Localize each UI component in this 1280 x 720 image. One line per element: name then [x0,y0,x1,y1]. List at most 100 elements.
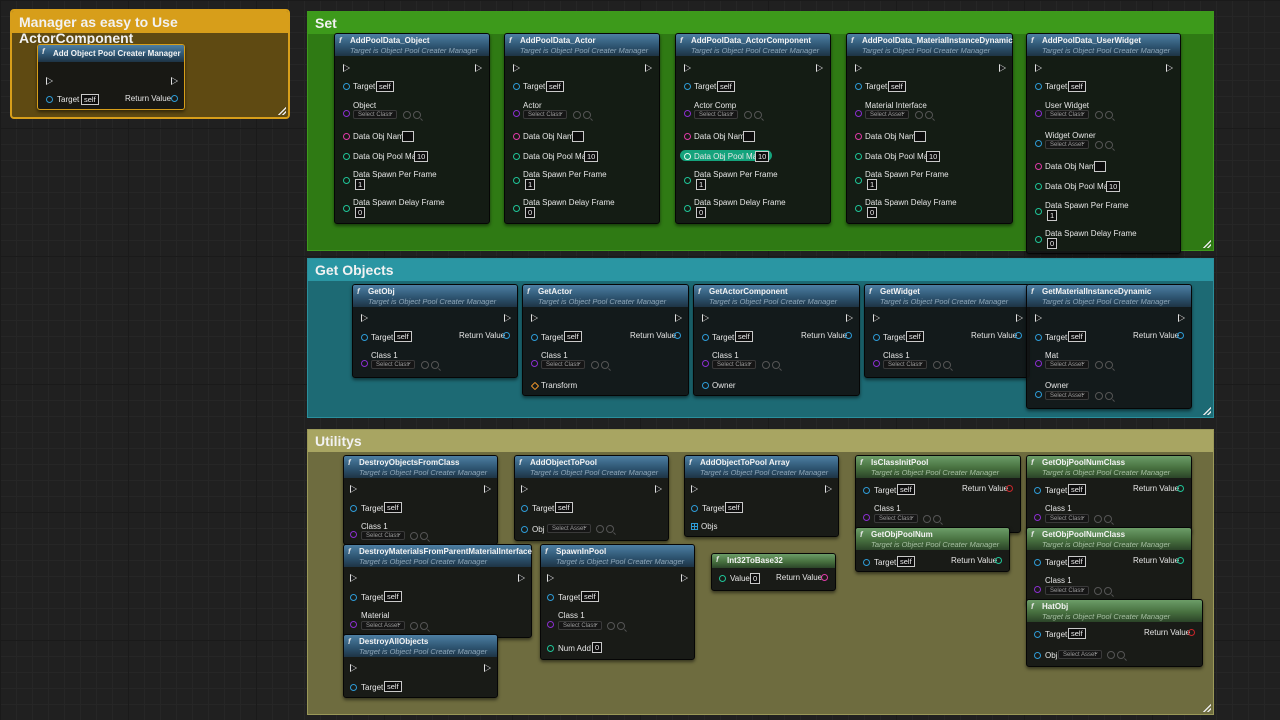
browse-icon[interactable] [1104,515,1112,523]
data-obj-pool-max-value[interactable]: 10 [584,151,599,162]
node-get-obj[interactable]: f GetObj Target is Object Pool Creater M… [352,284,518,378]
data-spawn-delay-frame-value[interactable]: 0 [525,207,536,218]
exec-out-pin[interactable] [825,485,832,493]
comment-resize-handle[interactable] [1203,407,1211,415]
return-value-pin[interactable] [171,95,178,102]
use-selected-icon[interactable] [573,111,581,119]
node-add-object-to-pool-array[interactable]: f AddObjectToPool Array Target is Object… [684,455,839,537]
use-selected-icon[interactable] [410,532,418,540]
node-get-actor-component[interactable]: f GetActorComponent Target is Object Poo… [693,284,860,396]
data-obj-pool-max-pin[interactable] [513,153,520,160]
exec-out-pin[interactable] [1166,64,1173,72]
actor-comp-select[interactable]: Select Class [694,108,738,119]
target-value[interactable]: self [555,502,573,513]
target-value[interactable]: self [897,484,915,495]
target-value[interactable]: self [384,681,402,692]
owner-select[interactable]: Select Asset [1045,389,1089,400]
exec-in-pin[interactable] [343,64,350,72]
material-select[interactable]: Select Asset [361,619,405,630]
use-selected-icon[interactable] [1094,587,1102,595]
exec-in-pin[interactable] [513,64,520,72]
target-value[interactable]: self [384,591,402,602]
exec-out-pin[interactable] [1178,314,1185,322]
class-1-select[interactable]: Select Class [541,358,585,369]
data-obj-name-pin[interactable] [684,133,691,140]
node-get-widget[interactable]: f GetWidget Target is Object Pool Create… [864,284,1030,378]
class-1-pin[interactable] [1034,586,1041,593]
transform-pin[interactable] [530,381,540,391]
data-obj-name-value[interactable] [743,131,755,142]
target-value[interactable]: self [376,81,394,92]
exec-out-pin[interactable] [504,314,511,322]
data-spawn-delay-frame-pin[interactable] [343,205,350,212]
owner-pin[interactable] [702,382,709,389]
use-selected-icon[interactable] [923,515,931,523]
use-selected-icon[interactable] [915,111,923,119]
target-pin[interactable] [361,334,368,341]
comment-resize-handle[interactable] [1203,704,1211,712]
use-selected-icon[interactable] [596,525,604,533]
data-obj-pool-max-value[interactable]: 10 [1106,181,1121,192]
exec-out-pin[interactable] [846,314,853,322]
data-obj-pool-max-value[interactable]: 10 [755,151,770,162]
data-spawn-delay-frame-pin[interactable] [684,205,691,212]
data-obj-name-pin[interactable] [513,133,520,140]
data-obj-name-pin[interactable] [855,133,862,140]
data-spawn-delay-frame-value[interactable]: 0 [355,207,366,218]
node-add-pool-data-user-widget[interactable]: f AddPoolData_UserWidget Target is Objec… [1026,33,1181,254]
exec-in-pin[interactable] [350,485,357,493]
node-add-pool-data-material-instance-dynamic[interactable]: f AddPoolData_MaterialInstanceDynamic Ta… [846,33,1013,224]
class-1-select[interactable]: Select Class [371,358,415,369]
browse-icon[interactable] [431,361,439,369]
object-select[interactable]: Select Class [353,108,397,119]
browse-icon[interactable] [601,361,609,369]
widget-owner-select[interactable]: Select Asset [1045,138,1089,149]
data-spawn-per-frame-value[interactable]: 1 [696,179,707,190]
target-pin[interactable] [684,83,691,90]
value-pin[interactable] [719,575,726,582]
class-1-select[interactable]: Select Class [883,358,927,369]
browse-icon[interactable] [754,111,762,119]
class-1-select[interactable]: Select Class [558,619,602,630]
use-selected-icon[interactable] [762,361,770,369]
data-obj-name-value[interactable] [1094,161,1106,172]
node-get-obj-pool-num-class[interactable]: f GetObjPoolNumClass Target is Object Po… [1026,527,1192,605]
obj-pin[interactable] [1034,652,1041,659]
target-value[interactable]: self [1068,331,1086,342]
class-1-select[interactable]: Select Class [1045,512,1089,523]
target-pin[interactable] [350,505,357,512]
target-pin[interactable] [513,83,520,90]
exec-out-pin[interactable] [484,485,491,493]
return-value-pin[interactable] [1177,557,1184,564]
browse-icon[interactable] [617,622,625,630]
data-obj-name-value[interactable] [572,131,584,142]
exec-out-pin[interactable] [475,64,482,72]
target-value[interactable]: self [546,81,564,92]
target-pin[interactable] [343,83,350,90]
return-value-pin[interactable] [1188,629,1195,636]
exec-in-pin[interactable] [1035,64,1042,72]
node-int32-to-base32[interactable]: f Int32ToBase32 Value 0 Return Value [711,553,836,591]
data-spawn-per-frame-value[interactable]: 1 [867,179,878,190]
target-value[interactable]: self [394,331,412,342]
target-pin[interactable] [873,334,880,341]
exec-out-pin[interactable] [655,485,662,493]
material-interface-select[interactable]: Select Asset [865,108,909,119]
data-obj-name-pin[interactable] [1035,163,1042,170]
use-selected-icon[interactable] [410,622,418,630]
browse-icon[interactable] [933,515,941,523]
node-is-class-init-pool[interactable]: f IsClassInitPool Target is Object Pool … [855,455,1021,533]
objs-array-pin[interactable] [691,523,698,530]
use-selected-icon[interactable] [933,361,941,369]
exec-in-pin[interactable] [691,485,698,493]
data-spawn-per-frame-pin[interactable] [855,177,862,184]
target-value[interactable]: self [564,331,582,342]
exec-out-pin[interactable] [675,314,682,322]
data-spawn-per-frame-pin[interactable] [684,177,691,184]
browse-icon[interactable] [1105,111,1113,119]
use-selected-icon[interactable] [1095,111,1103,119]
node-add-pool-data-actor[interactable]: f AddPoolData_Actor Target is Object Poo… [504,33,660,224]
target-pin[interactable] [46,96,53,103]
use-selected-icon[interactable] [403,111,411,119]
exec-out-pin[interactable] [484,664,491,672]
